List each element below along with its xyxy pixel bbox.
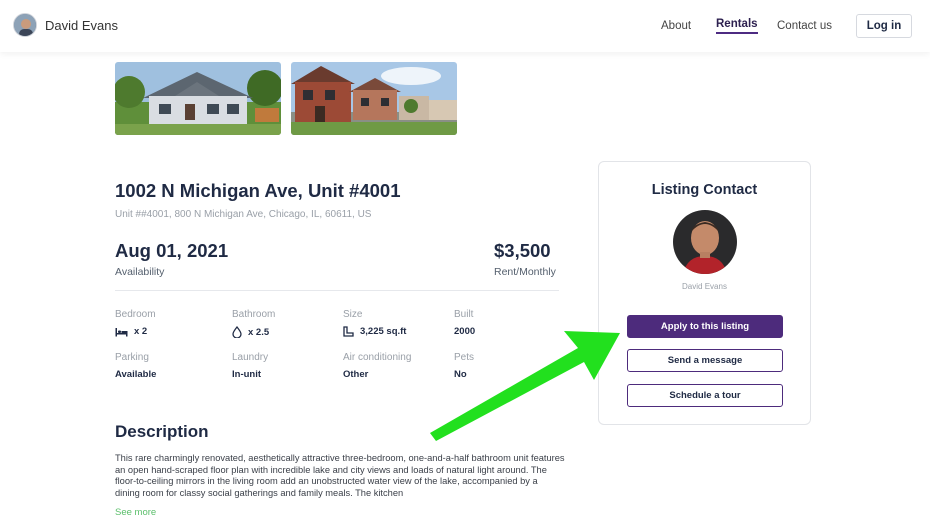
bathroom-count: x 2.5 (248, 326, 270, 338)
user-brand[interactable]: David Evans (13, 13, 118, 37)
divider (115, 290, 559, 291)
area-icon (343, 326, 354, 337)
availability-date: Aug 01, 2021 (115, 240, 229, 261)
feature-label: Parking (115, 352, 149, 363)
nav-link-contact[interactable]: Contact us (777, 20, 832, 32)
contact-avatar (673, 210, 737, 274)
nav-item-contact[interactable]: Contact us (777, 0, 832, 52)
water-drop-icon (232, 326, 242, 338)
user-avatar (13, 13, 37, 37)
feature-bedroom: Bedroom x 2 (115, 309, 156, 337)
feature-label: Air conditioning (343, 352, 412, 363)
feature-built: Built 2000 (454, 309, 475, 337)
feature-bathroom: Bathroom x 2.5 (232, 309, 275, 338)
apply-button[interactable]: Apply to this listing (627, 315, 783, 338)
listing-photo-2[interactable] (291, 62, 457, 135)
card-title: Listing Contact (651, 182, 758, 198)
feature-label: Laundry (232, 352, 269, 363)
description-text: This rare charmingly renovated, aestheti… (115, 453, 565, 498)
see-more-link[interactable]: See more (115, 507, 156, 518)
feature-value: 3,225 sq.ft (343, 326, 406, 337)
size-value: 3,225 sq.ft (360, 326, 407, 337)
feature-laundry: Laundry In-unit (232, 352, 268, 380)
listing-photo-1[interactable] (115, 62, 281, 135)
feature-value: x 2.5 (232, 326, 275, 338)
feature-value: x 2 (115, 326, 156, 337)
feature-label: Built (454, 309, 474, 320)
laundry-value: In-unit (232, 369, 262, 380)
schedule-tour-button[interactable]: Schedule a tour (627, 384, 783, 407)
feature-label: Size (343, 309, 363, 320)
nav-link-about[interactable]: About (661, 20, 691, 32)
top-navbar: David Evans About Rentals Contact us Log… (0, 0, 930, 52)
bed-icon (115, 327, 128, 337)
description-heading: Description (115, 422, 209, 441)
nav-link-rentals[interactable]: Rentals (716, 18, 758, 34)
feature-size: Size 3,225 sq.ft (343, 309, 406, 337)
feature-pets: Pets No (454, 352, 474, 380)
availability-label: Availability (115, 266, 165, 278)
price-label: Rent/Monthly (494, 266, 556, 278)
listing-full-address: Unit ##4001, 800 N Michigan Ave, Chicago… (115, 209, 372, 220)
air-conditioning-value: Other (343, 369, 369, 380)
feature-parking: Parking Available (115, 352, 156, 380)
nav-item-about[interactable]: About (661, 0, 691, 52)
built-value: 2000 (454, 326, 476, 337)
send-message-button[interactable]: Send a message (627, 349, 783, 372)
pets-value: No (454, 369, 467, 380)
parking-value: Available (115, 369, 157, 380)
feature-label: Pets (454, 352, 475, 363)
contact-name: David Evans (682, 282, 727, 291)
listing-address: 1002 N Michigan Ave, Unit #4001 (115, 180, 401, 201)
user-name: David Evans (45, 17, 118, 33)
feature-label: Bedroom (115, 309, 156, 320)
login-button[interactable]: Log in (856, 14, 912, 38)
nav-item-rentals[interactable]: Rentals (716, 0, 758, 52)
bedroom-count: x 2 (134, 326, 148, 337)
feature-label: Bathroom (232, 309, 276, 320)
listing-price: $3,500 (494, 240, 551, 261)
listing-contact-card: Listing Contact David Evans Apply to thi… (598, 161, 811, 425)
feature-air-conditioning: Air conditioning Other (343, 352, 411, 380)
